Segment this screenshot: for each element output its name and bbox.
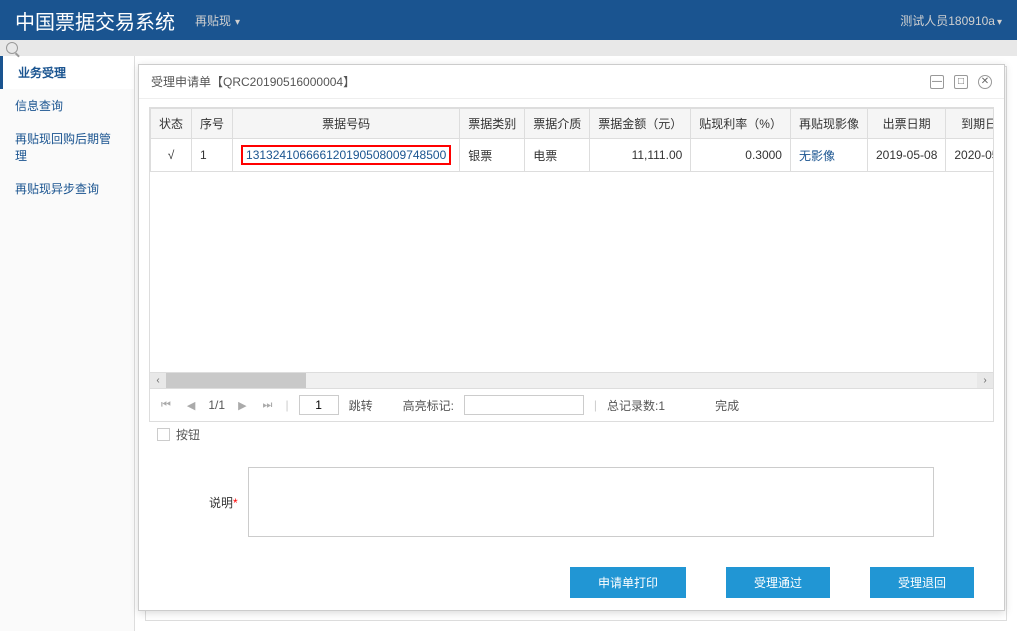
page-next-icon[interactable]: ▶ xyxy=(235,399,249,412)
th-due-date[interactable]: 到期日期 xyxy=(946,109,994,139)
button-section: 按钮 xyxy=(149,422,994,447)
minimize-icon[interactable]: — xyxy=(930,75,944,89)
cell-status: √ xyxy=(151,139,192,172)
cell-medium: 电票 xyxy=(525,139,590,172)
bill-table: 状态 序号 票据号码 票据类别 票据介质 票据金额（元） 贴现利率（%） 再贴现… xyxy=(150,108,994,172)
description-section: 说明* xyxy=(149,447,994,547)
status-label: 完成 xyxy=(715,397,739,414)
page-first-icon[interactable]: ⏮ xyxy=(158,399,174,412)
maximize-icon[interactable]: □ xyxy=(954,75,968,89)
dialog-title: 受理申请单【QRC20190516000004】 xyxy=(151,73,355,90)
approve-button[interactable]: 受理通过 xyxy=(726,567,830,598)
dialog-footer: 申请单打印 受理通过 受理退回 xyxy=(139,555,1004,610)
th-amount[interactable]: 票据金额（元） xyxy=(590,109,691,139)
cell-image: 无影像 xyxy=(790,139,867,172)
toolbar xyxy=(0,40,1017,56)
button-section-label: 按钮 xyxy=(176,426,200,443)
th-category[interactable]: 票据类别 xyxy=(460,109,525,139)
sidebar: 业务受理 信息查询 再贴现回购后期管理 再贴现异步查询 xyxy=(0,56,135,631)
page-info: 1/1 xyxy=(208,398,225,412)
page-number-input[interactable] xyxy=(299,395,339,415)
scroll-left-icon[interactable]: ‹ xyxy=(150,373,166,388)
header-user-menu[interactable]: 测试人员180910a xyxy=(900,12,1002,29)
button-checkbox[interactable] xyxy=(157,428,170,441)
total-records: 总记录数:1 xyxy=(607,397,665,414)
th-image[interactable]: 再贴现影像 xyxy=(790,109,867,139)
sidebar-item-repurchase[interactable]: 再贴现回购后期管理 xyxy=(0,122,134,172)
scroll-thumb[interactable] xyxy=(166,373,306,388)
description-textarea[interactable] xyxy=(248,467,934,537)
header-submenu[interactable]: 再贴现 xyxy=(195,12,240,29)
cell-amount: 11,111.00 xyxy=(590,139,691,172)
bill-no-highlight[interactable]: 131324106666120190508009748500 xyxy=(241,145,451,165)
image-link[interactable]: 无影像 xyxy=(799,149,835,163)
search-icon[interactable] xyxy=(6,42,18,54)
data-table-wrap[interactable]: 状态 序号 票据号码 票据类别 票据介质 票据金额（元） 贴现利率（%） 再贴现… xyxy=(149,107,994,373)
dialog-header: 受理申请单【QRC20190516000004】 — □ ✕ xyxy=(139,65,1004,99)
cell-seq: 1 xyxy=(192,139,233,172)
print-button[interactable]: 申请单打印 xyxy=(570,567,686,598)
th-seq[interactable]: 序号 xyxy=(192,109,233,139)
scroll-right-icon[interactable]: › xyxy=(977,373,993,388)
th-rate[interactable]: 贴现利率（%） xyxy=(691,109,791,139)
jump-label[interactable]: 跳转 xyxy=(349,397,373,414)
acceptance-dialog: 受理申请单【QRC20190516000004】 — □ ✕ 状态 序号 票据号… xyxy=(138,64,1005,611)
horizontal-scrollbar[interactable]: ‹ › xyxy=(149,373,994,389)
cell-bill-no: 131324106666120190508009748500 xyxy=(233,139,460,172)
cell-rate: 0.3000 xyxy=(691,139,791,172)
th-issue-date[interactable]: 出票日期 xyxy=(867,109,945,139)
close-icon[interactable]: ✕ xyxy=(978,75,992,89)
highlight-label: 高亮标记: xyxy=(403,397,454,414)
table-row[interactable]: √ 1 131324106666120190508009748500 银票 电票… xyxy=(151,139,995,172)
th-medium[interactable]: 票据介质 xyxy=(525,109,590,139)
page-last-icon[interactable]: ⏭ xyxy=(260,399,276,412)
cell-category: 银票 xyxy=(460,139,525,172)
sidebar-item-async-query[interactable]: 再贴现异步查询 xyxy=(0,172,134,205)
desc-label: 说明* xyxy=(209,494,238,511)
reject-button[interactable]: 受理退回 xyxy=(870,567,974,598)
highlight-input[interactable] xyxy=(464,395,584,415)
sidebar-item-query[interactable]: 信息查询 xyxy=(0,89,134,122)
app-title: 中国票据交易系统 xyxy=(15,6,175,35)
page-prev-icon[interactable]: ◀ xyxy=(184,399,198,412)
sidebar-item-business[interactable]: 业务受理 xyxy=(0,56,134,89)
th-bill-no[interactable]: 票据号码 xyxy=(233,109,460,139)
cell-issue-date: 2019-05-08 xyxy=(867,139,945,172)
pagination-bar: ⏮ ◀ 1/1 ▶ ⏭ | 跳转 高亮标记: | 总记录数:1 完成 xyxy=(149,389,994,422)
th-status[interactable]: 状态 xyxy=(151,109,192,139)
app-header: 中国票据交易系统 再贴现 测试人员180910a xyxy=(0,0,1017,40)
cell-due-date: 2020-05-05 xyxy=(946,139,994,172)
